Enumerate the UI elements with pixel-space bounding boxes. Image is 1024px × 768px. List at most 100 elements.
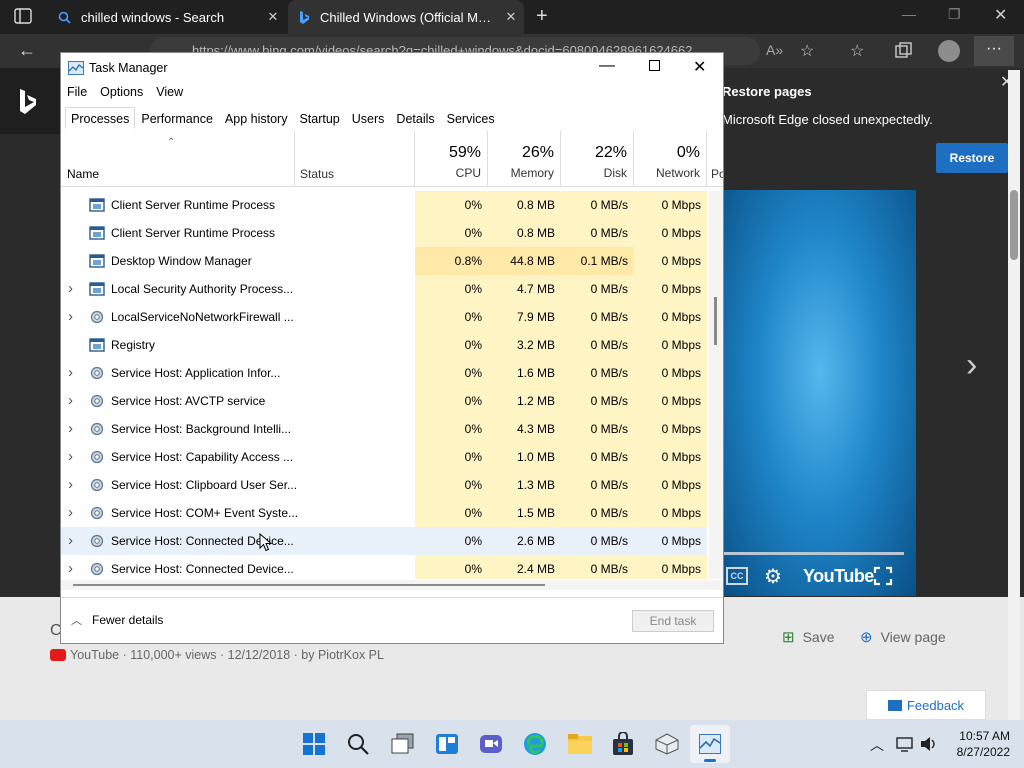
expand-chevron-icon[interactable]: › bbox=[68, 555, 73, 579]
process-row[interactable]: › LocalServiceNoNetworkFirewall ... 0% 7.9 … bbox=[61, 303, 707, 331]
process-row[interactable]: Client Server Runtime Process 0% 0.8 MB 0 M… bbox=[61, 191, 707, 219]
page-scroll-thumb[interactable] bbox=[1010, 190, 1018, 260]
task-manager-titlebar[interactable]: Task Manager — ✕ bbox=[61, 53, 723, 83]
file-explorer-icon[interactable] bbox=[567, 733, 593, 755]
new-tab-icon[interactable]: + bbox=[536, 5, 548, 28]
gear-icon bbox=[89, 393, 105, 408]
process-row[interactable]: › Service Host: COM+ Event Syste... 0% 1.5 … bbox=[61, 499, 707, 527]
favorites-icon[interactable]: ☆ bbox=[850, 41, 864, 61]
memory-value: 3.2 MB bbox=[488, 331, 561, 359]
column-power-label[interactable]: Po bbox=[711, 167, 723, 181]
task-view-icon[interactable] bbox=[391, 733, 415, 755]
close-icon[interactable]: ✕ bbox=[693, 57, 706, 77]
process-name: Service Host: COM+ Event Syste... bbox=[111, 506, 299, 520]
expand-chevron-icon[interactable]: › bbox=[68, 387, 73, 415]
menu-view[interactable]: View bbox=[156, 85, 183, 99]
process-row[interactable]: Client Server Runtime Process 0% 0.8 MB 0 M… bbox=[61, 219, 707, 247]
next-video-chevron-icon[interactable]: › bbox=[966, 346, 977, 385]
process-row[interactable]: › Local Security Authority Process... 0% 4.… bbox=[61, 275, 707, 303]
tab-startup[interactable]: Startup bbox=[293, 107, 345, 129]
start-windows-icon[interactable] bbox=[303, 733, 325, 755]
expand-chevron-icon[interactable]: › bbox=[68, 303, 73, 331]
expand-chevron-icon[interactable]: › bbox=[68, 359, 73, 387]
clock[interactable]: 10:57 AM 8/27/2022 bbox=[950, 728, 1010, 760]
tab-actions-icon[interactable] bbox=[14, 8, 32, 24]
minimize-browser-icon[interactable]: — bbox=[902, 6, 916, 22]
hscroll-thumb[interactable] bbox=[73, 584, 545, 586]
restore-button[interactable]: Restore bbox=[936, 143, 1008, 173]
close-browser-icon[interactable]: ✕ bbox=[994, 5, 1007, 25]
save-button[interactable]: ⊞ Save bbox=[782, 628, 835, 646]
process-list-vscrollbar[interactable] bbox=[709, 191, 723, 579]
cpu-value: 0% bbox=[415, 219, 488, 247]
close-tab-icon[interactable]: ✕ bbox=[498, 9, 524, 25]
expand-chevron-icon[interactable]: › bbox=[68, 275, 73, 303]
search-taskbar-icon[interactable] bbox=[347, 733, 369, 755]
memory-value: 0.8 MB bbox=[488, 191, 561, 219]
tab-performance[interactable]: Performance bbox=[135, 107, 219, 129]
widgets-icon[interactable] bbox=[435, 733, 459, 755]
column-memory[interactable]: 26% Memory bbox=[488, 131, 561, 187]
fullscreen-icon[interactable] bbox=[873, 566, 893, 586]
process-list-hscrollbar[interactable] bbox=[61, 580, 723, 590]
tab-app-history[interactable]: App history bbox=[219, 107, 294, 129]
column-name[interactable]: Name bbox=[61, 131, 295, 187]
store-icon[interactable] bbox=[611, 732, 635, 756]
expand-chevron-icon[interactable]: › bbox=[68, 471, 73, 499]
maximize-icon[interactable] bbox=[649, 60, 660, 71]
column-network[interactable]: 0% Network bbox=[634, 131, 707, 187]
teams-chat-icon[interactable] bbox=[479, 733, 503, 755]
network-icon[interactable] bbox=[896, 736, 914, 752]
tab-users[interactable]: Users bbox=[346, 107, 391, 129]
read-aloud-icon[interactable]: A» bbox=[766, 42, 783, 58]
edge-icon[interactable] bbox=[523, 732, 547, 756]
column-status[interactable]: Status bbox=[295, 131, 415, 187]
browser-tab-search[interactable]: chilled windows - Search ✕ bbox=[48, 0, 286, 34]
process-row[interactable]: › Service Host: Connected Device... 0% 2.6 … bbox=[61, 527, 707, 555]
process-row[interactable]: › Service Host: Capability Access ... 0% 1.… bbox=[61, 443, 707, 471]
expand-chevron-icon[interactable]: › bbox=[68, 443, 73, 471]
bing-logo-icon[interactable] bbox=[18, 88, 38, 116]
collections-icon[interactable] bbox=[895, 42, 913, 58]
tab-processes[interactable]: Processes bbox=[65, 107, 136, 129]
process-row[interactable]: › Service Host: Connected Device... 0% 2.4 … bbox=[61, 555, 707, 579]
vscroll-thumb[interactable] bbox=[714, 297, 717, 345]
add-favorite-icon[interactable]: ☆ bbox=[800, 41, 814, 61]
expand-chevron-icon[interactable]: › bbox=[68, 499, 73, 527]
tab-services[interactable]: Services bbox=[441, 107, 501, 129]
minimize-icon[interactable]: — bbox=[599, 57, 615, 75]
column-cpu[interactable]: 59% CPU bbox=[415, 131, 488, 187]
captions-icon[interactable]: CC bbox=[726, 567, 748, 585]
menu-file[interactable]: File bbox=[67, 85, 87, 99]
page-scrollbar[interactable] bbox=[1008, 70, 1020, 720]
settings-more-icon[interactable]: ··· bbox=[974, 36, 1014, 66]
profile-avatar[interactable] bbox=[938, 40, 960, 62]
back-icon[interactable]: ← bbox=[18, 40, 36, 61]
process-row[interactable]: › Service Host: AVCTP service 0% 1.2 MB 0 MB… bbox=[61, 387, 707, 415]
menu-options[interactable]: Options bbox=[100, 85, 143, 99]
expand-chevron-icon[interactable]: › bbox=[68, 527, 73, 555]
volume-icon[interactable] bbox=[920, 736, 938, 752]
restore-browser-icon[interactable]: ❐ bbox=[948, 6, 961, 23]
feedback-button[interactable]: Feedback bbox=[866, 690, 986, 720]
process-row[interactable]: Registry 0% 3.2 MB 0 MB/s 0 Mbps bbox=[61, 331, 707, 359]
end-task-button[interactable]: End task bbox=[632, 610, 714, 632]
close-tab-icon[interactable]: ✕ bbox=[260, 9, 286, 25]
process-row[interactable]: › Service Host: Background Intelli... 0% 4.… bbox=[61, 415, 707, 443]
process-row[interactable]: Desktop Window Manager 0.8% 44.8 MB 0.1 MB/… bbox=[61, 247, 707, 275]
browser-tab-video[interactable]: Chilled Windows (Official Music Video) ✕ bbox=[288, 0, 524, 34]
video-player[interactable] bbox=[724, 190, 916, 596]
column-disk[interactable]: 22% Disk bbox=[561, 131, 634, 187]
app-cube-icon[interactable] bbox=[655, 733, 679, 755]
tab-details[interactable]: Details bbox=[390, 107, 440, 129]
expand-chevron-icon[interactable]: › bbox=[68, 415, 73, 443]
settings-gear-icon[interactable]: ⚙ bbox=[764, 564, 782, 589]
fewer-details-button[interactable]: ︿ Fewer details bbox=[71, 612, 163, 628]
view-page-button[interactable]: ⊕ View page bbox=[860, 628, 946, 646]
video-progress-bar[interactable] bbox=[724, 552, 904, 555]
process-row[interactable]: › Service Host: Clipboard User Ser... 0% 1.… bbox=[61, 471, 707, 499]
task-manager-taskbar-button[interactable] bbox=[690, 725, 730, 763]
process-row[interactable]: › Service Host: Application Infor... 0% 1.6… bbox=[61, 359, 707, 387]
youtube-logo[interactable]: YouTube bbox=[803, 566, 874, 587]
show-hidden-icons-chevron-icon[interactable]: ︿ bbox=[870, 735, 884, 755]
